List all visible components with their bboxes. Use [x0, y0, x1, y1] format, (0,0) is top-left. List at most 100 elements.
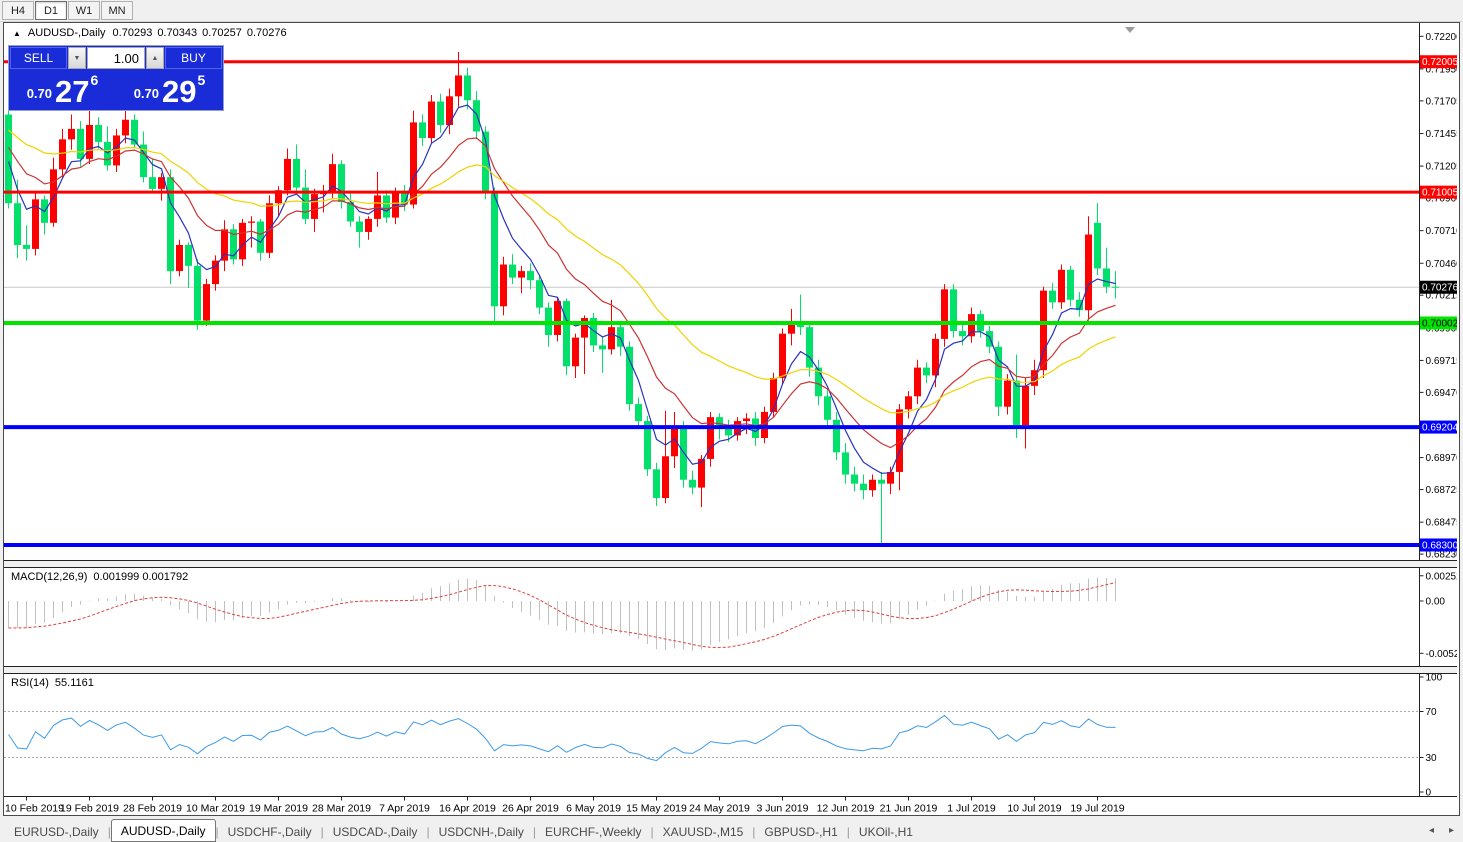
candle-body	[860, 483, 867, 491]
price-axis[interactable]: 0.722000.719500.717050.714550.712050.709…	[1419, 23, 1458, 799]
macd-indicator-label: MACD(12,26,9) 0.001999 0.001792	[11, 571, 188, 583]
svg-text:0.71455: 0.71455	[1426, 129, 1458, 140]
chart-tab-ukoil[interactable]: UKOil-,H1	[850, 822, 922, 841]
candle-body	[959, 331, 966, 337]
svg-text:21 Jun 2019: 21 Jun 2019	[880, 803, 938, 815]
candle-body	[554, 301, 561, 335]
svg-text:12 Jun 2019: 12 Jun 2019	[817, 803, 875, 815]
spinner-down-icon: ▼	[73, 54, 81, 62]
svg-text:7 Apr 2019: 7 Apr 2019	[379, 803, 430, 815]
candle-body	[239, 222, 246, 260]
chart-tab-usdchf[interactable]: USDCHF-,Daily	[219, 822, 321, 841]
price-chart[interactable]: 0.722000.719500.717050.714550.712050.709…	[4, 23, 1457, 815]
candle-body	[770, 378, 777, 412]
main-pane	[4, 51, 1420, 547]
candle-body	[824, 396, 831, 420]
rsi-value: 55.1161	[54, 677, 94, 689]
chart-tab-usdcad[interactable]: USDCAD-,Daily	[324, 822, 427, 841]
svg-text:28 Mar 2019: 28 Mar 2019	[312, 803, 371, 815]
mt4-terminal: { "toolbar": { "timeframes": [ {"label":…	[0, 0, 1463, 842]
sell-button[interactable]: SELL	[10, 47, 67, 69]
candle-body	[500, 264, 507, 307]
candle-body	[104, 141, 111, 166]
svg-text:26 Apr 2019: 26 Apr 2019	[502, 803, 559, 815]
chart-symbol-label: AUDUSD-,Daily	[27, 27, 106, 39]
svg-text:3 Jun 2019: 3 Jun 2019	[757, 803, 809, 815]
chart-title: ▲ AUDUSD-,Daily 0.70293 0.70343 0.70257 …	[13, 27, 287, 39]
date-axis[interactable]: 10 Feb 201919 Feb 2019 28 Feb 2019 10 Mar …	[5, 796, 1125, 815]
svg-text:0.70002: 0.70002	[1422, 318, 1457, 329]
candle-body	[293, 158, 300, 188]
macd-values: 0.001999 0.001792	[93, 571, 189, 583]
buy-button[interactable]: BUY	[165, 47, 222, 69]
volume-increase-button[interactable]: ▲	[146, 47, 164, 69]
chart-tab-audusd[interactable]: AUDUSD-,Daily	[110, 819, 216, 842]
macd-signal-line	[8, 582, 1116, 649]
svg-text:0.69204: 0.69204	[1422, 423, 1457, 434]
chart-tab-eurusd[interactable]: EURUSD-,Daily	[5, 822, 108, 841]
svg-text:16 Apr 2019: 16 Apr 2019	[439, 803, 496, 815]
candle-body	[536, 280, 543, 308]
candle-body	[509, 264, 516, 278]
candle-body	[563, 301, 570, 367]
candle-body	[176, 244, 183, 272]
svg-text:0.71005: 0.71005	[1422, 188, 1457, 199]
sell-price-display[interactable]: 0.70 27 6	[10, 70, 115, 109]
timeframe-button-w1[interactable]: W1	[68, 1, 100, 20]
chart-tabs-bar: ◂ ▸ EURUSD-,Daily | AUDUSD-,Daily | USDCHF-,…	[0, 816, 1463, 842]
candle-body	[464, 75, 471, 101]
svg-text:0.00: 0.00	[1426, 597, 1446, 608]
candle-body	[581, 318, 588, 338]
candle-body	[905, 396, 912, 410]
svg-text:30: 30	[1426, 753, 1438, 764]
timeframe-button-mn[interactable]: MN	[101, 1, 133, 20]
candle-body	[653, 469, 660, 499]
buy-price-display[interactable]: 0.70 29 5	[117, 70, 222, 109]
volume-input[interactable]: 1.00	[87, 47, 145, 69]
tab-scroll-right-button[interactable]: ▸	[1449, 825, 1454, 836]
candle-body	[662, 456, 669, 499]
candle-body	[194, 265, 201, 321]
candle-body	[455, 75, 462, 97]
moving-average-line-0	[7, 104, 1116, 474]
svg-text:0.68300: 0.68300	[1422, 540, 1457, 551]
chart-tab-xauusd[interactable]: XAUUSD-,M15	[654, 822, 753, 841]
chart-shift-marker-icon[interactable]	[1125, 27, 1135, 33]
moving-average-line-1	[7, 137, 1116, 449]
candle-body	[572, 337, 579, 367]
timeframe-button-h4[interactable]: H4	[2, 1, 34, 20]
one-click-panel-toggle-icon[interactable]: ▲	[13, 29, 21, 38]
candle-body	[419, 122, 426, 139]
chart-tab-gbpusd[interactable]: GBPUSD-,H1	[755, 822, 846, 841]
moving-average-line-2	[8, 129, 1116, 414]
candle-body	[473, 100, 480, 132]
svg-text:24 May 2019: 24 May 2019	[689, 803, 750, 815]
macd-name: MACD(12,26,9)	[11, 571, 88, 583]
candle-body	[527, 271, 534, 281]
candle-body	[257, 221, 264, 253]
candle-body	[851, 474, 858, 484]
tab-scroll-left-button[interactable]: ◂	[1429, 825, 1434, 836]
timeframe-button-d1[interactable]: D1	[35, 1, 67, 20]
svg-text:0.72005: 0.72005	[1422, 57, 1457, 68]
svg-text:19 Mar 2019: 19 Mar 2019	[249, 803, 308, 815]
svg-text:0.71705: 0.71705	[1426, 96, 1458, 107]
candle-body	[869, 479, 876, 491]
candle-body	[1103, 268, 1110, 287]
svg-text:0.72200: 0.72200	[1426, 32, 1458, 43]
chart-tab-eurchf[interactable]: EURCHF-,Weekly	[536, 822, 650, 841]
candle-body	[356, 221, 363, 232]
pane-separator[interactable]	[4, 560, 1457, 568]
candle-body	[221, 229, 228, 261]
candle-body	[1067, 269, 1074, 300]
svg-text:0.68970: 0.68970	[1426, 453, 1458, 464]
pane-separator[interactable]	[4, 666, 1457, 674]
high-value: 0.70343	[157, 27, 198, 39]
candle-body	[1058, 269, 1065, 303]
svg-text:10 Feb 2019: 10 Feb 2019	[5, 803, 64, 815]
chart-tab-usdcnh[interactable]: USDCNH-,Daily	[430, 822, 533, 841]
svg-text:19 Feb 2019: 19 Feb 2019	[60, 803, 119, 815]
sell-price-pips: 27	[55, 74, 90, 109]
volume-decrease-button[interactable]: ▼	[68, 47, 86, 69]
svg-text:0.68725: 0.68725	[1426, 485, 1458, 496]
